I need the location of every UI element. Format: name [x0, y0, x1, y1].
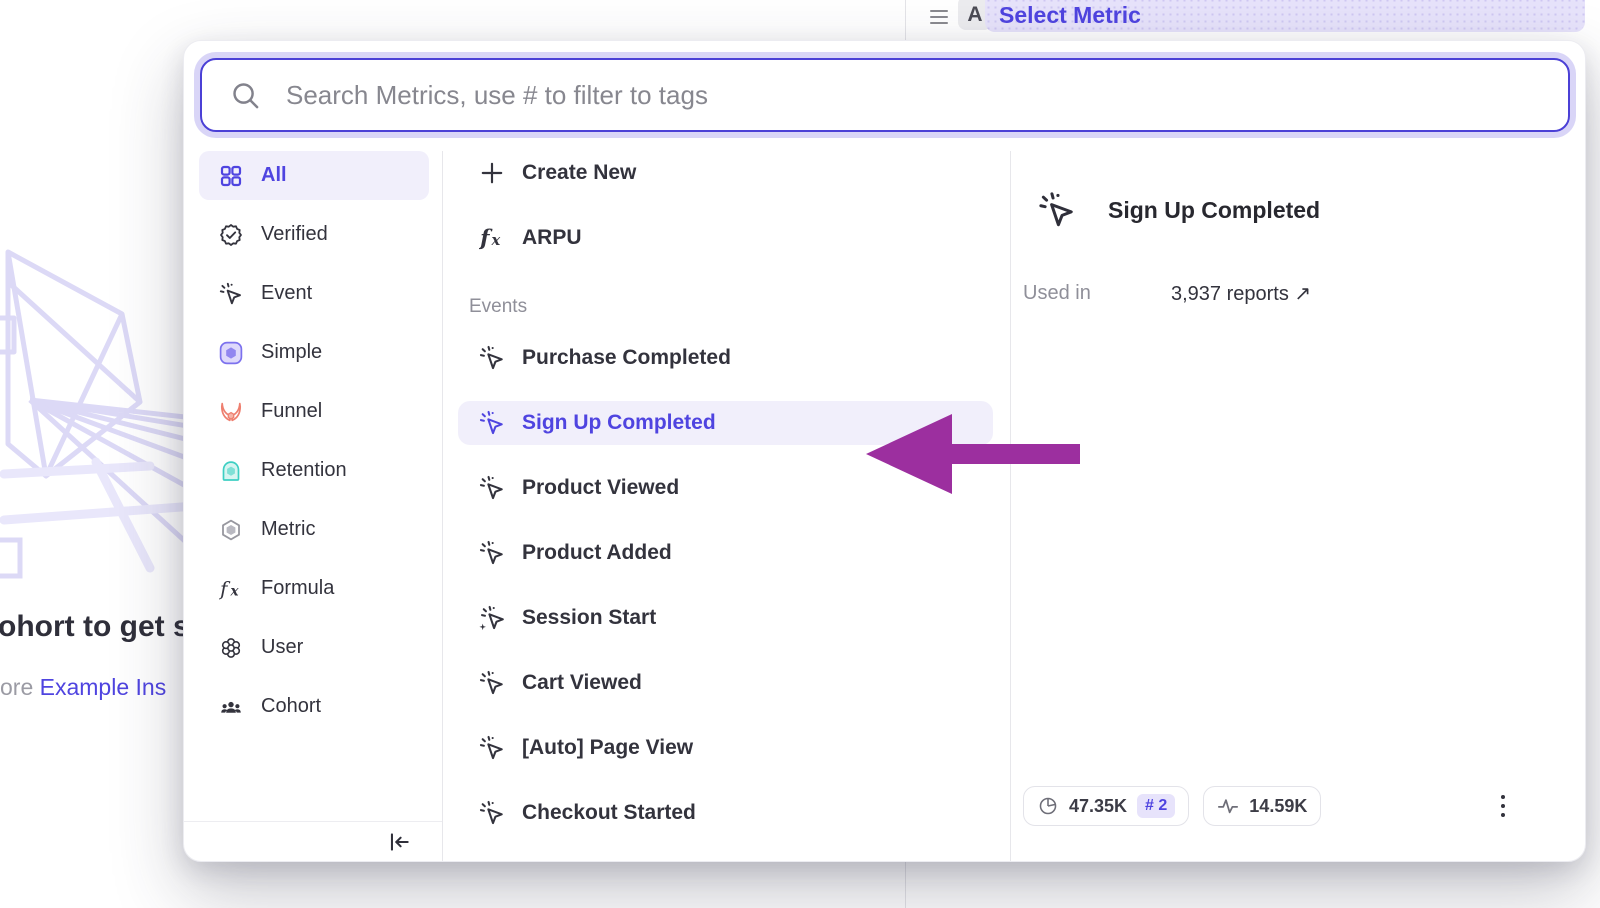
list-item-label: Product Viewed: [522, 476, 679, 500]
used-in-row: Used in 3,937 reports ↗: [1023, 281, 1585, 306]
event-cursor-icon: [479, 410, 505, 436]
events-section-header: Events: [469, 296, 1010, 318]
sidebar-item-all[interactable]: All: [199, 151, 429, 200]
event-cursor-icon: [479, 735, 505, 761]
collapse-sidebar-icon[interactable]: [386, 829, 412, 855]
sidebar-item-event[interactable]: Event: [199, 269, 429, 318]
list-item-product-added[interactable]: Product Added: [458, 531, 993, 575]
list-item-label: [Auto] Page View: [522, 736, 693, 760]
list-item-checkout-started[interactable]: Checkout Started: [458, 791, 993, 835]
reports-link[interactable]: 3,937 reports ↗: [1171, 281, 1311, 306]
pie-chart-icon: [1037, 795, 1059, 817]
funnel-icon: [219, 400, 243, 424]
select-metric-field[interactable]: Select Metric: [985, 0, 1585, 32]
sidebar-item-label: Cohort: [261, 695, 321, 718]
list-item-label: Sign Up Completed: [522, 411, 716, 435]
stat-value: 14.59K: [1249, 796, 1307, 817]
cohort-people-icon: [219, 695, 243, 719]
list-item-label: Checkout Started: [522, 801, 696, 825]
rank-badge: # 2: [1137, 794, 1175, 818]
report-count-pill[interactable]: 47.35K # 2: [1023, 786, 1189, 826]
annotation-arrow: [860, 405, 1090, 505]
sidebar-item-simple[interactable]: Simple: [199, 328, 429, 377]
verified-seal-icon: [219, 223, 243, 247]
sidebar-item-retention[interactable]: Retention: [199, 446, 429, 495]
sidebar-item-label: Formula: [261, 577, 334, 600]
list-item-arpu[interactable]: ARPU: [458, 216, 993, 260]
example-insights-link-fragment[interactable]: Example Ins: [40, 674, 167, 700]
activity-count-pill[interactable]: 14.59K: [1203, 786, 1321, 826]
more-options-kebab-icon[interactable]: [1491, 792, 1515, 820]
sidebar-item-label: Funnel: [261, 400, 322, 423]
list-item-label: ARPU: [522, 226, 582, 250]
list-item-label: Session Start: [522, 606, 656, 630]
detail-title: Sign Up Completed: [1108, 197, 1320, 224]
sidebar-item-label: Verified: [261, 223, 328, 246]
background-headline-fragment: ohort to get s: [0, 610, 190, 644]
stat-value: 47.35K: [1069, 796, 1127, 817]
background-subline-text: ore: [0, 674, 40, 700]
event-cursor-icon: [479, 670, 505, 696]
list-item-auto-page-view[interactable]: [Auto] Page View: [458, 726, 993, 770]
external-link-arrow-icon: ↗: [1294, 283, 1311, 305]
sidebar-footer: [184, 821, 442, 862]
sidebar-item-user[interactable]: User: [199, 623, 429, 672]
sidebar-item-label: Event: [261, 282, 312, 305]
event-cursor-icon: [479, 540, 505, 566]
list-item-cart-viewed[interactable]: Cart Viewed: [458, 661, 993, 705]
background-illustration: [0, 222, 190, 582]
list-item-session-start[interactable]: Session Start: [458, 596, 993, 640]
metric-hexagon-icon: [219, 518, 243, 542]
filter-sidebar: All Verified Event Simple Funnel Retenti…: [184, 151, 442, 862]
event-cursor-icon: [219, 282, 243, 306]
sidebar-item-formula[interactable]: Formula: [199, 564, 429, 613]
metric-detail-panel: Sign Up Completed Used in 3,937 reports …: [1011, 151, 1585, 862]
sidebar-item-label: Metric: [261, 518, 315, 541]
list-item-label: Cart Viewed: [522, 671, 642, 695]
create-new-label: Create New: [522, 161, 636, 185]
list-item-label: Purchase Completed: [522, 346, 731, 370]
search-input[interactable]: [200, 58, 1570, 132]
sidebar-item-verified[interactable]: Verified: [199, 210, 429, 259]
formula-fx-icon: [479, 225, 505, 251]
search-icon: [230, 80, 261, 111]
sidebar-item-funnel[interactable]: Funnel: [199, 387, 429, 436]
event-cursor-icon: [479, 475, 505, 501]
sidebar-item-label: Simple: [261, 341, 322, 364]
search-bar: [200, 58, 1570, 132]
user-flower-icon: [219, 636, 243, 660]
metric-list: Create New ARPU Events Purchase Complete…: [442, 151, 1011, 862]
sidebar-item-label: All: [261, 164, 287, 187]
auto-event-cursor-icon: [479, 605, 505, 631]
detail-stats-row: 47.35K # 2 14.59K: [1023, 786, 1585, 826]
formula-fx-icon: [219, 577, 243, 601]
event-cursor-icon: [479, 800, 505, 826]
sidebar-item-label: User: [261, 636, 303, 659]
grid-icon: [219, 164, 243, 188]
simple-metric-icon: [219, 341, 243, 365]
create-new-button[interactable]: Create New: [458, 151, 993, 195]
list-item-purchase-completed[interactable]: Purchase Completed: [458, 336, 993, 380]
used-in-label: Used in: [1023, 282, 1171, 305]
pulse-icon: [1217, 795, 1239, 817]
detail-header: Sign Up Completed: [1038, 191, 1585, 229]
sidebar-item-metric[interactable]: Metric: [199, 505, 429, 554]
plus-icon: [479, 160, 505, 186]
list-item-label: Product Added: [522, 541, 672, 565]
event-cursor-icon: [1038, 191, 1076, 229]
sidebar-item-cohort[interactable]: Cohort: [199, 682, 429, 731]
background-subline: ore Example Ins: [0, 674, 166, 701]
sidebar-item-label: Retention: [261, 459, 347, 482]
drag-handle-icon[interactable]: [928, 8, 950, 26]
retention-icon: [219, 459, 243, 483]
event-cursor-icon: [479, 345, 505, 371]
